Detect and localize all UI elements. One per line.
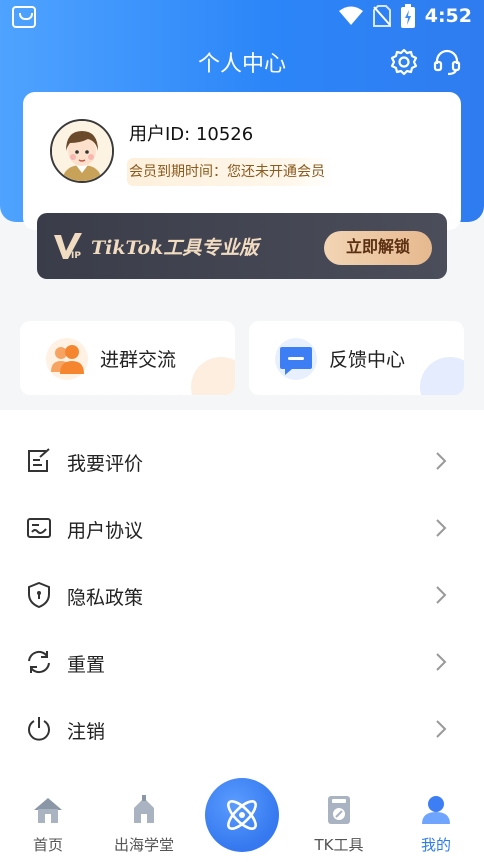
vip-logo-icon: IP <box>54 233 82 261</box>
school-icon <box>134 795 154 823</box>
no-sim-icon <box>372 5 391 27</box>
profile-icon <box>422 796 450 824</box>
battery-charging-icon <box>400 4 415 28</box>
menu-item-logout[interactable]: 注销 <box>0 695 484 762</box>
feedback-icon <box>275 338 317 380</box>
tab-label: TK工具 <box>314 836 364 854</box>
group-chat-card[interactable]: 进群交流 <box>20 321 235 395</box>
unlock-button[interactable]: 立即解锁 <box>324 231 432 265</box>
chevron-right-icon <box>436 720 447 738</box>
center-action-wrapper <box>197 770 287 860</box>
chevron-right-icon <box>436 452 447 470</box>
home-icon <box>34 798 62 823</box>
tab-label: 我的 <box>420 836 451 854</box>
tab-label: 首页 <box>32 836 63 854</box>
chevron-right-icon <box>436 586 447 604</box>
tab-profile[interactable]: 我的 <box>396 788 476 862</box>
vip-banner[interactable]: IP TikTok工具专业版 立即解锁 <box>37 213 447 279</box>
edit-review-icon <box>28 448 50 472</box>
status-time: 4:52 <box>424 5 472 27</box>
vip-title: TikTok工具专业版 <box>91 237 259 259</box>
tab-school[interactable]: 出海学堂 <box>104 788 184 862</box>
group-chat-label: 进群交流 <box>100 349 177 371</box>
agreement-icon <box>27 518 51 538</box>
app-notification-icon <box>12 6 36 28</box>
profile-card: 用户ID: 10526 会员到期时间：您还未开通会员 <box>23 92 461 230</box>
menu-label: 重置 <box>67 654 106 676</box>
shield-icon <box>28 582 50 608</box>
center-action-button[interactable] <box>205 778 279 852</box>
refresh-icon <box>28 650 50 674</box>
tab-home[interactable]: 首页 <box>8 788 88 862</box>
avatar[interactable] <box>50 119 114 183</box>
gear-icon[interactable] <box>390 48 418 76</box>
chevron-right-icon <box>436 653 447 671</box>
card-decoration <box>420 357 464 395</box>
menu-label: 用户协议 <box>67 520 144 542</box>
card-decoration <box>191 357 235 395</box>
tools-icon <box>328 796 350 824</box>
menu-item-user-agreement[interactable]: 用户协议 <box>0 494 484 561</box>
menu-item-privacy-policy[interactable]: 隐私政策 <box>0 561 484 628</box>
chevron-right-icon <box>436 519 447 537</box>
user-id: 用户ID: 10526 <box>129 124 254 145</box>
wifi-icon <box>338 6 363 25</box>
menu-label: 隐私政策 <box>67 587 144 609</box>
feedback-card[interactable]: 反馈中心 <box>249 321 464 395</box>
menu-label: 注销 <box>67 721 106 743</box>
feedback-label: 反馈中心 <box>329 349 406 371</box>
avatar-illustration <box>52 121 112 181</box>
settings-menu: 我要评价 用户协议 隐私政策 重置 注销 <box>0 410 484 788</box>
status-bar: 4:52 <box>0 0 484 34</box>
menu-item-review[interactable]: 我要评价 <box>0 427 484 494</box>
svg-text:IP: IP <box>71 251 81 261</box>
group-chat-icon <box>46 338 88 380</box>
headset-icon[interactable] <box>433 48 461 76</box>
menu-label: 我要评价 <box>67 453 144 475</box>
atom-icon <box>227 800 257 830</box>
tab-tools[interactable]: TK工具 <box>299 788 379 862</box>
membership-status: 会员到期时间：您还未开通会员 <box>127 158 333 186</box>
power-icon <box>28 717 50 741</box>
menu-item-reset[interactable]: 重置 <box>0 628 484 695</box>
tab-label: 出海学堂 <box>113 836 174 854</box>
